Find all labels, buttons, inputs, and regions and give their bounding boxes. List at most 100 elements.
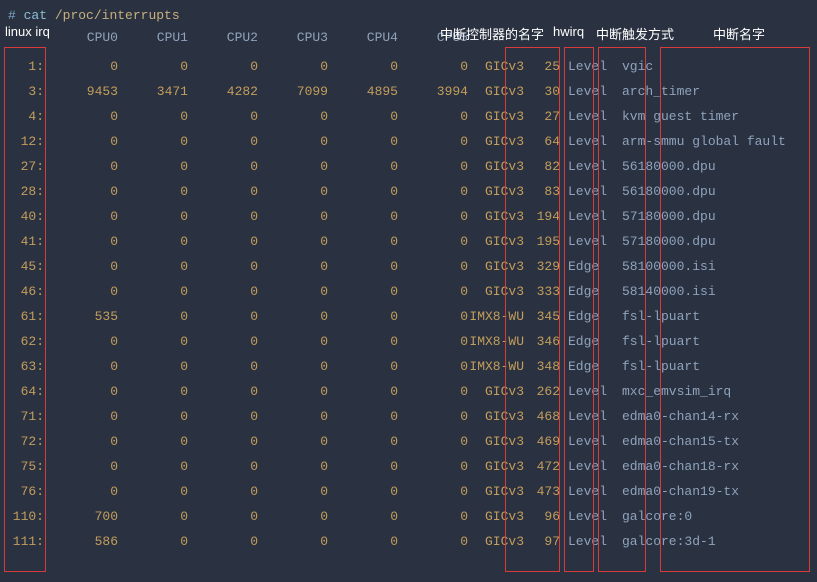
cell-cpu3: 0 — [258, 159, 328, 174]
cell-name: 57180000.dpu — [614, 209, 809, 224]
cell-irq: 64: — [8, 384, 48, 399]
cell-irq: 28: — [8, 184, 48, 199]
cell-trigger: Level — [564, 159, 614, 174]
cell-cpu4: 0 — [328, 434, 398, 449]
cell-cpu1: 0 — [118, 334, 188, 349]
cell-cpu0: 0 — [48, 384, 118, 399]
cell-trigger: Edge — [564, 309, 614, 324]
cell-cpu5: 0 — [398, 159, 468, 174]
cell-cpu5: 0 — [398, 509, 468, 524]
cell-trigger: Level — [564, 209, 614, 224]
cell-cpu2: 0 — [188, 384, 258, 399]
cell-cpu0: 586 — [48, 534, 118, 549]
table-row: 64:000000GICv3262Levelmxc_emvsim_irq — [8, 379, 809, 404]
cell-ctrl: GICv3 — [468, 384, 528, 399]
cell-cpu4: 0 — [328, 359, 398, 374]
cell-ctrl: GICv3 — [468, 59, 528, 74]
cell-cpu3: 0 — [258, 459, 328, 474]
cell-ctrl: GICv3 — [468, 84, 528, 99]
table-row: 4:000000GICv327Levelkvm guest timer — [8, 104, 809, 129]
cell-cpu2: 0 — [188, 284, 258, 299]
cell-name: fsl-lpuart — [614, 334, 809, 349]
cell-irq: 4: — [8, 109, 48, 124]
cell-hwirq: 83 — [528, 184, 564, 199]
cell-cpu2: 0 — [188, 234, 258, 249]
cell-cpu5: 0 — [398, 459, 468, 474]
cell-cpu1: 0 — [118, 259, 188, 274]
cell-cpu5: 0 — [398, 209, 468, 224]
cell-name: mxc_emvsim_irq — [614, 384, 809, 399]
cell-name: galcore:0 — [614, 509, 809, 524]
cell-ctrl: GICv3 — [468, 534, 528, 549]
cell-cpu1: 0 — [118, 59, 188, 74]
cell-cpu2: 0 — [188, 109, 258, 124]
cell-irq: 46: — [8, 284, 48, 299]
cell-cpu1: 0 — [118, 209, 188, 224]
cell-cpu5: 0 — [398, 309, 468, 324]
command-line: # cat /proc/interrupts — [8, 8, 809, 23]
cell-cpu1: 0 — [118, 134, 188, 149]
cell-cpu3: 0 — [258, 384, 328, 399]
cell-irq: 3: — [8, 84, 48, 99]
interrupt-table: 1:000000GICv325Levelvgic3:94533471428270… — [8, 54, 809, 554]
table-row: 27:000000GICv382Level56180000.dpu — [8, 154, 809, 179]
cell-irq: 72: — [8, 434, 48, 449]
cell-cpu5: 0 — [398, 134, 468, 149]
cell-cpu2: 0 — [188, 509, 258, 524]
cell-ctrl: IMX8-WU — [468, 309, 528, 324]
cell-cpu1: 0 — [118, 359, 188, 374]
cell-hwirq: 97 — [528, 534, 564, 549]
cell-cpu1: 0 — [118, 484, 188, 499]
table-row: 71:000000GICv3468Leveledma0-chan14-rx — [8, 404, 809, 429]
cell-irq: 1: — [8, 59, 48, 74]
cell-ctrl: GICv3 — [468, 259, 528, 274]
cell-trigger: Level — [564, 434, 614, 449]
cell-cpu4: 0 — [328, 384, 398, 399]
cell-irq: 76: — [8, 484, 48, 499]
header-cpu4: CPU4 — [328, 30, 398, 45]
cell-ctrl: GICv3 — [468, 234, 528, 249]
header-cpu2: CPU2 — [188, 30, 258, 45]
cell-name: 56180000.dpu — [614, 159, 809, 174]
cell-cpu4: 0 — [328, 259, 398, 274]
cell-cpu1: 3471 — [118, 84, 188, 99]
cell-cpu4: 0 — [328, 409, 398, 424]
cell-cpu4: 4895 — [328, 84, 398, 99]
cell-hwirq: 96 — [528, 509, 564, 524]
cell-cpu4: 0 — [328, 209, 398, 224]
table-row: 12:000000GICv364Levelarm-smmu global fau… — [8, 129, 809, 154]
command-text: cat — [24, 8, 47, 23]
prompt-symbol: # — [8, 8, 16, 23]
cell-cpu5: 0 — [398, 409, 468, 424]
cell-cpu2: 0 — [188, 134, 258, 149]
cell-name: 57180000.dpu — [614, 234, 809, 249]
cell-cpu2: 0 — [188, 309, 258, 324]
cell-ctrl: GICv3 — [468, 434, 528, 449]
cell-cpu1: 0 — [118, 284, 188, 299]
cell-cpu3: 0 — [258, 284, 328, 299]
cell-cpu5: 0 — [398, 334, 468, 349]
cell-cpu0: 0 — [48, 59, 118, 74]
cell-cpu2: 0 — [188, 434, 258, 449]
cell-name: edma0-chan19-tx — [614, 484, 809, 499]
cell-cpu3: 0 — [258, 484, 328, 499]
cell-trigger: Level — [564, 109, 614, 124]
cell-hwirq: 25 — [528, 59, 564, 74]
table-row: 110:70000000GICv396Levelgalcore:0 — [8, 504, 809, 529]
cell-ctrl: GICv3 — [468, 409, 528, 424]
cell-cpu0: 9453 — [48, 84, 118, 99]
cell-cpu4: 0 — [328, 234, 398, 249]
cell-irq: 61: — [8, 309, 48, 324]
cell-cpu2: 0 — [188, 459, 258, 474]
cell-cpu3: 0 — [258, 409, 328, 424]
cell-trigger: Edge — [564, 284, 614, 299]
cell-cpu3: 0 — [258, 534, 328, 549]
cell-cpu0: 0 — [48, 184, 118, 199]
cell-cpu2: 0 — [188, 184, 258, 199]
cell-name: 56180000.dpu — [614, 184, 809, 199]
cell-cpu1: 0 — [118, 159, 188, 174]
cell-trigger: Level — [564, 184, 614, 199]
table-row: 1:000000GICv325Levelvgic — [8, 54, 809, 79]
cell-ctrl: GICv3 — [468, 109, 528, 124]
cell-cpu0: 0 — [48, 134, 118, 149]
